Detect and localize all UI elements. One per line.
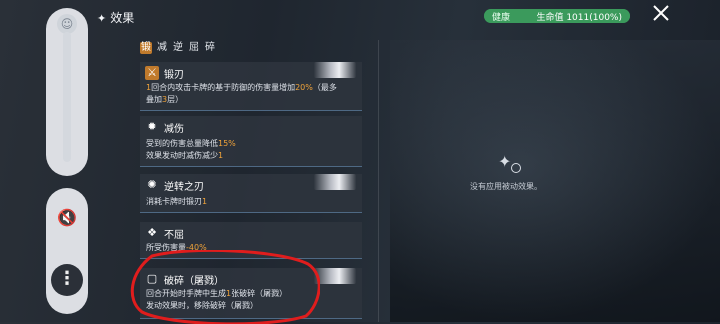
effect-card-shatter[interactable]: ▢ 破碎（屠戮） 回合开始时手牌中生成1张破碎（屠戮） 发动效果时，移除破碎（屠… [140, 268, 362, 319]
effect-title: 不屈 [164, 230, 184, 241]
effect-description: 受到的伤害总量降低15% 效果发动时减伤减少1 [146, 138, 236, 162]
sidebar-slider-track[interactable] [63, 32, 71, 162]
blade-icon[interactable]: 锻 [140, 42, 152, 54]
unyielding-icon: ❖ [147, 226, 157, 239]
health-bar: 健康 生命值 1011(100%) [484, 9, 630, 23]
description-line: 消耗卡牌时锻刃1 [146, 197, 208, 206]
sidebar-top-panel: ☺ [46, 8, 88, 176]
reverse-blade-icon[interactable]: 逆 [172, 42, 184, 54]
effect-card-blade[interactable]: ⚔ 锻刃 1回合内攻击卡牌的基于防御的伤害量增加20%（最多 叠加3层） [140, 62, 362, 111]
health-value: 生命值 1011(100%) [536, 13, 622, 23]
left-sidebar: ☺ 🔇 ⋮ [46, 8, 88, 314]
effect-card-unyielding[interactable]: ❖ 不屈 所受伤害量-40% [140, 222, 362, 259]
effect-description: 所受伤害量-40% [146, 242, 207, 254]
effect-title: 破碎（屠戮） [164, 276, 224, 287]
description-line: 回合开始时手牌中生成1张破碎（屠戮） [146, 289, 288, 298]
description-line: 效果发动时减伤减少1 [146, 151, 224, 160]
effect-description: 回合开始时手牌中生成1张破碎（屠戮） 发动效果时，移除破碎（屠戮） [146, 288, 287, 312]
effect-card-reverse-blade[interactable]: ✺ 逆转之刃 消耗卡牌时锻刃1 [140, 174, 362, 213]
damage-reduction-icon[interactable]: 减 [156, 42, 168, 54]
unyielding-icon[interactable]: 屈 [188, 42, 200, 54]
description-line: 受到的伤害总量降低15% [146, 139, 236, 148]
sparkle-icon: ✦ [97, 12, 107, 25]
effect-card-damage-reduction[interactable]: ✹ 减伤 受到的伤害总量降低15% 效果发动时减伤减少1 [140, 116, 362, 167]
character-portrait [314, 62, 356, 78]
panel-divider [378, 40, 379, 322]
effect-description: 消耗卡牌时锻刃1 [146, 196, 207, 208]
more-options-button[interactable]: ⋮ [51, 264, 83, 296]
description-line: 发动效果时，移除破碎（屠戮） [146, 301, 258, 310]
shatter-icon: ▢ [146, 272, 158, 285]
effect-title: 减伤 [164, 124, 184, 135]
character-portrait [314, 174, 356, 190]
close-icon [653, 5, 669, 21]
shatter-icon[interactable]: 碎 [204, 42, 216, 54]
reverse-blade-icon: ✺ [147, 178, 157, 191]
page-title: ✦ 效果 [97, 11, 135, 25]
effect-icon-row: 锻 减 逆 屈 碎 [140, 42, 216, 56]
close-button[interactable] [646, 4, 676, 28]
spiral-icon [511, 163, 521, 173]
effect-title: 逆转之刃 [164, 182, 204, 193]
mute-icon[interactable]: 🔇 [55, 206, 79, 230]
health-label: 健康 [492, 13, 511, 23]
effect-description: 1回合内攻击卡牌的基于防御的伤害量增加20%（最多 叠加3层） [146, 82, 337, 106]
description-line: 1回合内攻击卡牌的基于防御的伤害量增加20%（最多 [146, 83, 337, 92]
empty-state-text: 没有应用被动效果。 [470, 182, 542, 191]
blade-icon: ⚔ [145, 66, 159, 80]
character-portrait [314, 268, 356, 284]
background-blur [390, 40, 720, 322]
description-line: 叠加3层） [146, 95, 184, 104]
description-line: 所受伤害量-40% [146, 243, 207, 252]
avatar-icon[interactable]: ☺ [57, 14, 77, 34]
damage-reduction-icon: ✹ [147, 120, 157, 133]
effect-title: 锻刃 [164, 70, 184, 81]
